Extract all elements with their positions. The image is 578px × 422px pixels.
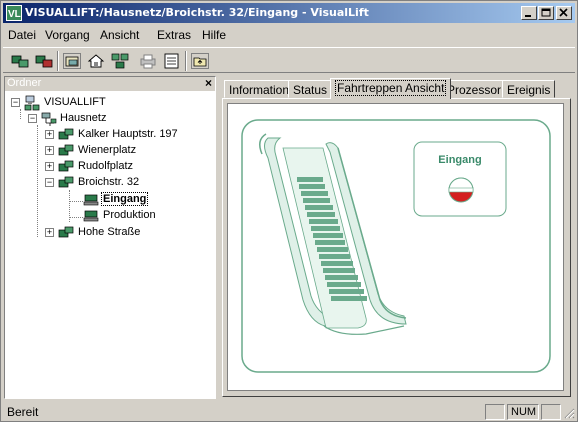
maximize-button[interactable] [538,6,554,20]
resize-grip-icon[interactable] [563,407,575,419]
escalator-device-icon [83,194,99,206]
tree-item-produktion[interactable]: Produktion [83,208,203,224]
tree-connector [69,201,83,202]
window-title: VISUALLIFT:/Hausnetz/Broichstr. 32/Einga… [25,6,369,19]
application-window: VL VISUALLIFT:/Hausnetz/Broichstr. 32/Ei… [0,0,578,422]
disconnect-icon[interactable] [35,53,53,69]
tree-item-kalker-hauptstr[interactable]: + Kalker Hauptstr. 197 [43,127,213,143]
tab-status[interactable]: Status [288,80,333,98]
tab-label: Fahrtreppen Ansicht [335,80,447,96]
tree-item-wienerplatz[interactable]: + Wienerplatz [43,143,213,159]
escalator-view-canvas: Eingang [227,103,564,391]
status-bar: Bereit NUM [3,401,575,421]
tab-label: Prozessor [447,83,502,97]
folder-view-icon[interactable] [63,53,81,69]
maximize-icon [541,8,551,17]
close-button[interactable] [556,6,572,20]
menu-ansicht[interactable]: Ansicht [100,28,139,42]
close-icon [559,8,568,17]
site-icon [58,176,74,188]
tree-close-icon[interactable]: × [205,76,212,90]
tree-item-eingang[interactable]: Eingang [83,192,203,208]
tree-item-label: Produktion [103,209,156,221]
toolbar-separator [57,51,59,71]
detail-panel: Information Status Fahrtreppen Ansicht P… [220,76,576,399]
tab-ereignis[interactable]: Ereignis [502,80,556,98]
tab-content: Eingang [222,98,571,397]
expand-icon[interactable]: + [45,146,54,155]
tree-item-broichstr[interactable]: − Broichstr. 32 [43,175,213,191]
toolbar [3,47,575,73]
document-icon[interactable] [163,53,181,69]
status-pane-empty [485,404,505,420]
tab-label: Ereignis [507,83,551,97]
stop-indicator-icon [448,177,474,203]
svg-text:VL: VL [8,9,21,20]
tree-item-hausnetz[interactable]: − Hausnetz [26,111,211,127]
app-logo-icon: VL [6,5,22,21]
tree-connector [69,217,83,218]
tree-item-label: Wienerplatz [78,144,137,156]
status-num-indicator: NUM [507,404,539,420]
status-text: Bereit [7,405,39,419]
minimize-icon [525,15,531,17]
toolbar-separator [185,51,187,71]
expand-icon[interactable]: + [45,228,54,237]
network-hub-icon [41,112,57,126]
entry-status-label: Eingang [438,154,481,166]
network-icon[interactable] [111,53,129,69]
menu-extras[interactable]: Extras [157,28,191,42]
home-icon[interactable] [87,53,105,69]
folder-up-icon[interactable] [191,53,209,69]
menu-datei[interactable]: Datei [8,28,36,42]
print-icon[interactable] [139,53,157,69]
tree-item-label: Hohe Straße [78,226,141,238]
site-icon [58,160,74,172]
tree-header-label: Ordner [7,77,42,89]
tree-item-visuallift[interactable]: − VISUALLIFT [9,95,209,111]
tree-item-hohe-strasse[interactable]: + Hohe Straße [43,225,213,241]
tab-prozessor[interactable]: Prozessor [442,80,507,98]
escalator-device-icon [83,210,99,222]
menu-vorgang[interactable]: Vorgang [45,28,90,42]
tree-item-label: Kalker Hauptstr. 197 [78,128,178,140]
tree-item-label: Hausnetz [60,112,107,124]
tab-fahrtreppen-ansicht[interactable]: Fahrtreppen Ansicht [330,78,452,99]
site-icon [58,128,74,140]
tree-item-label: VISUALLIFT [44,96,106,108]
tree-item-label: Broichstr. 32 [78,176,140,188]
computer-network-icon [24,95,40,111]
collapse-icon[interactable]: − [28,114,37,123]
tree-item-label: Eingang [101,192,149,206]
expand-icon[interactable]: + [45,130,54,139]
escalator-view-svg: Eingang [241,119,551,373]
site-icon [58,226,74,238]
site-icon [58,144,74,156]
collapse-icon[interactable]: − [11,98,20,107]
title-bar[interactable]: VL VISUALLIFT:/Hausnetz/Broichstr. 32/Ei… [3,3,575,23]
tree-header: Ordner × [5,76,215,91]
folder-tree-panel: Ordner × − VISUALLIFT − Hausnetz + Kalke… [4,76,216,399]
minimize-button[interactable] [521,6,537,20]
expand-icon[interactable]: + [45,162,54,171]
connect-icon[interactable] [11,53,29,69]
tab-information[interactable]: Information [224,80,295,98]
tree-item-rudolfplatz[interactable]: + Rudolfplatz [43,159,213,175]
tab-label: Information [229,83,290,97]
menu-hilfe[interactable]: Hilfe [202,28,226,42]
tab-label: Status [293,83,328,97]
tree-item-label: Rudolfplatz [78,160,134,172]
status-pane-empty [541,404,561,420]
tree-connector [37,125,38,237]
menu-bar: Datei Vorgang Ansicht Extras Hilfe [3,25,575,43]
collapse-icon[interactable]: − [45,178,54,187]
